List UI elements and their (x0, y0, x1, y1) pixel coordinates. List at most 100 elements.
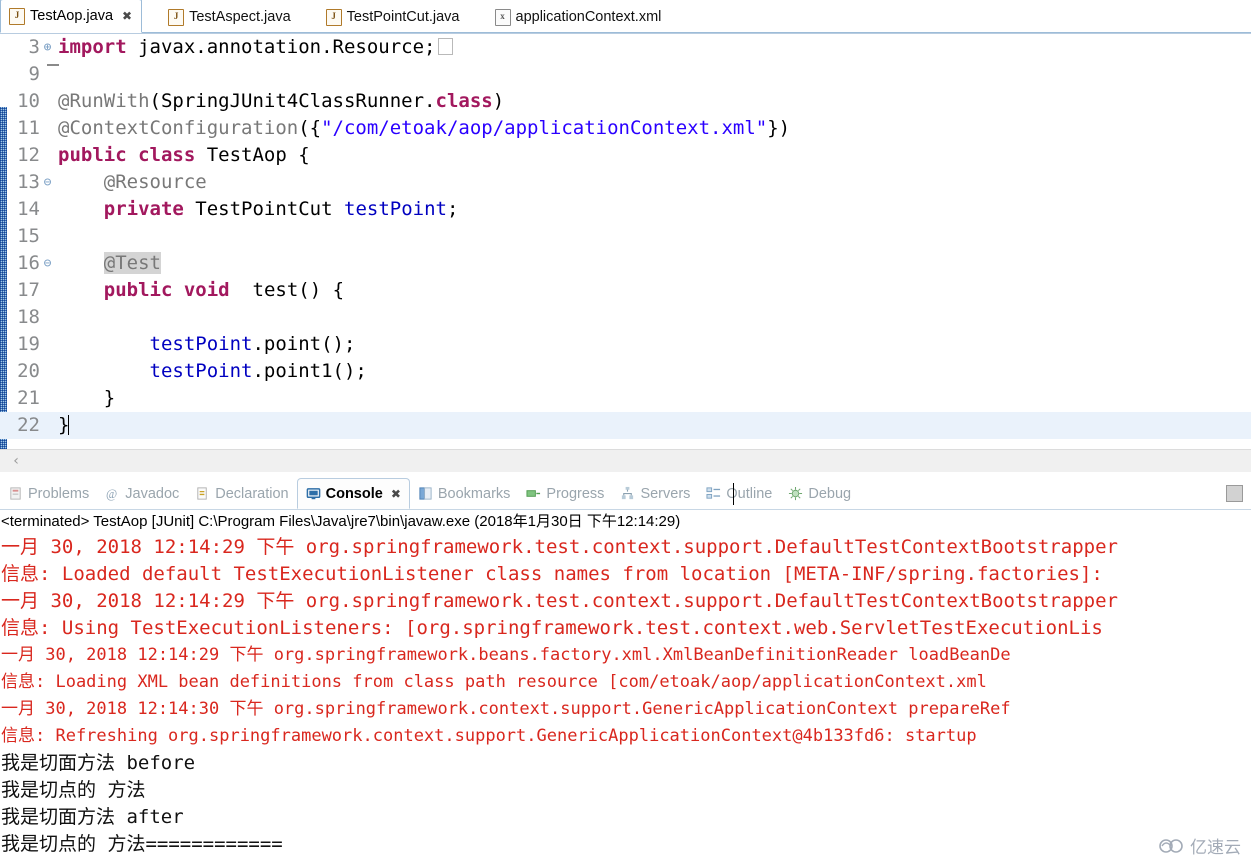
view-tab-progress[interactable]: Progress (518, 479, 612, 508)
java-file-icon: J (168, 8, 185, 26)
code-token: testPoint (149, 333, 253, 355)
console-line: 一月 30, 2018 12:14:30 下午 org.springframew… (1, 699, 1011, 719)
console-line: 信息: Loading XML bean definitions from cl… (1, 672, 987, 692)
declaration-icon (195, 486, 210, 501)
code-line[interactable]: 22} (0, 412, 1251, 439)
maximize-icon[interactable] (1226, 485, 1243, 502)
code-line[interactable]: 16 ⊖ @Test (0, 250, 1251, 277)
code-line[interactable]: 9 (0, 61, 1251, 88)
view-tab-outline[interactable]: Outline (698, 479, 780, 508)
code-line[interactable]: 3 ⊕ import javax.annotation.Resource; (0, 34, 1251, 61)
view-tab-label: Debug (808, 485, 852, 502)
code-token: class (138, 144, 196, 166)
editor-tab-testaop-java[interactable]: J TestAop.java ✖ (0, 0, 143, 33)
view-tab-problems[interactable]: Problems (0, 479, 97, 508)
outline-icon (706, 486, 721, 501)
code-text: public void test() { (58, 277, 344, 304)
view-tab-label: Declaration (215, 485, 289, 502)
console-line: 我是切点的 方法 (1, 779, 146, 801)
close-icon[interactable]: ✖ (122, 9, 132, 23)
code-line[interactable]: 14 private TestPointCut testPoint; (0, 196, 1251, 223)
code-text: } (58, 385, 115, 412)
code-text: testPoint.point(); (58, 331, 356, 358)
console-icon (306, 486, 321, 501)
console-line: 一月 30, 2018 12:14:29 下午 org.springframew… (1, 536, 1118, 558)
editor-tab-applicationcontext-xml[interactable]: x applicationContext.xml (487, 1, 671, 33)
line-number: 18 (17, 306, 40, 328)
view-tab-declaration[interactable]: Declaration (187, 479, 296, 508)
close-icon[interactable]: ✖ (391, 487, 401, 501)
line-number: 15 (17, 225, 40, 247)
code-lines: 3 ⊕ import javax.annotation.Resource; 9 10 @R… (0, 34, 1251, 439)
code-line[interactable]: 13 ⊖ @Resource (0, 169, 1251, 196)
code-line[interactable]: 17 public void test() { (0, 277, 1251, 304)
code-token: class (435, 90, 493, 112)
code-token: .point(); (252, 333, 356, 355)
fold-expand-icon[interactable]: ⊕ (41, 34, 54, 61)
code-token: import (58, 36, 127, 58)
line-number: 9 (28, 63, 40, 85)
servers-icon (620, 486, 635, 501)
javadoc-icon: @ (105, 486, 120, 501)
console-line: 我是切点的 方法============ (1, 833, 283, 855)
code-token: private (103, 198, 184, 220)
code-text: public class TestAop { (58, 142, 310, 169)
cloud-icon (1159, 838, 1185, 854)
console-view[interactable]: <terminated> TestAop [JUnit] C:\Program … (0, 510, 1251, 858)
editor-tab-testpointcut-java[interactable]: J TestPointCut.java (318, 1, 469, 33)
fold-collapse-icon[interactable]: ⊖ (41, 250, 54, 277)
code-line[interactable]: 10 @RunWith(SpringJUnit4ClassRunner.class… (0, 88, 1251, 115)
text-cursor (68, 415, 70, 435)
line-number: 11 (17, 117, 40, 139)
line-number: 10 (17, 90, 40, 112)
view-tab-debug[interactable]: Debug (780, 479, 859, 508)
java-file-icon: J (325, 8, 342, 26)
debug-icon (788, 486, 803, 501)
editor-tab-testaspect-java[interactable]: J TestAspect.java (160, 1, 300, 33)
code-line[interactable]: 15 (0, 223, 1251, 250)
scrollbar-track[interactable] (32, 450, 1251, 472)
code-token: void (183, 279, 230, 301)
editor-tab-bar: J TestAop.java ✖ J TestAspect.java J TestPoint… (0, 0, 1251, 34)
line-number: 14 (17, 198, 40, 220)
view-tab-bookmarks[interactable]: Bookmarks (410, 479, 519, 508)
view-toolbar (1226, 485, 1251, 502)
code-token: test() { (229, 279, 345, 301)
code-line[interactable]: 21 } (0, 385, 1251, 412)
code-token: testPoint (149, 360, 253, 382)
code-token: @ContextConfiguration (58, 117, 299, 139)
code-editor[interactable]: 3 ⊕ import javax.annotation.Resource; 9 10 @R… (0, 34, 1251, 449)
console-line: 一月 30, 2018 12:14:29 下午 org.springframew… (1, 645, 1011, 665)
console-line: 我是切面方法 after (1, 806, 184, 828)
view-tab-servers[interactable]: Servers (612, 479, 698, 508)
view-tab-javadoc[interactable]: @ Javadoc (97, 479, 187, 508)
code-line[interactable]: 19 testPoint.point(); (0, 331, 1251, 358)
code-token: (SpringJUnit4ClassRunner. (149, 90, 436, 112)
editor-horizontal-scrollbar[interactable]: ‹ (0, 449, 1251, 472)
code-token: TestAop { (195, 144, 310, 166)
editor-tab-label: TestAspect.java (189, 9, 291, 25)
code-line[interactable]: 11 @ContextConfiguration({"/com/etoak/aop… (0, 115, 1251, 142)
fold-collapse-icon[interactable]: ⊖ (41, 169, 54, 196)
line-number: 13 (17, 171, 40, 193)
problems-icon (8, 486, 23, 501)
view-tab-console[interactable]: Console ✖ (296, 478, 410, 509)
code-line[interactable]: 20 testPoint.point1(); (0, 358, 1251, 385)
code-line[interactable]: 18 (0, 304, 1251, 331)
java-file-icon: J (9, 7, 25, 25)
code-token: @Resource (58, 171, 207, 193)
scroll-left-arrow-icon[interactable]: ‹ (0, 453, 32, 469)
text-cursor (733, 483, 734, 505)
code-line[interactable]: 12 public class TestAop { (0, 142, 1251, 169)
editor-tab-label: TestAop.java (30, 8, 114, 24)
code-token: @RunWith (58, 90, 150, 112)
code-token: javax.annotation.Resource; (126, 36, 436, 58)
code-token: public (58, 144, 127, 166)
code-text: } (58, 412, 70, 439)
code-text: import javax.annotation.Resource; (58, 34, 453, 61)
